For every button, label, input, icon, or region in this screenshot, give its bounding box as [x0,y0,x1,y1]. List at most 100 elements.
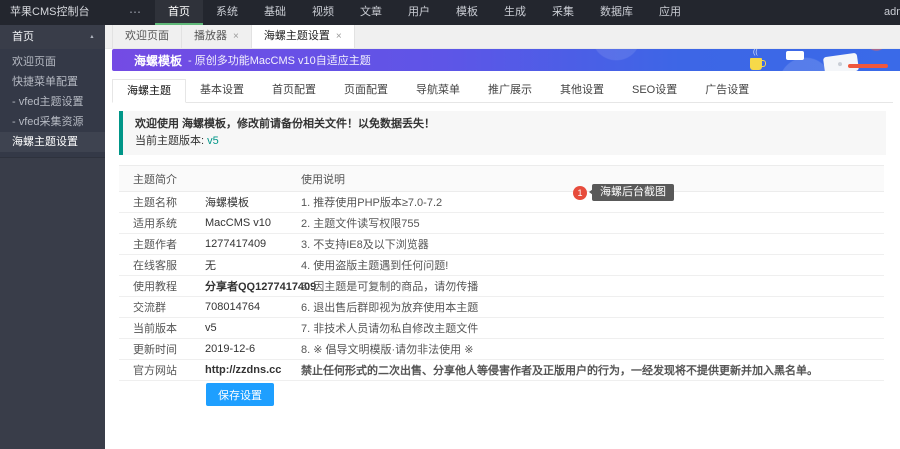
top-bar: 苹果CMS控制台 ⋯ 首页 系统 基础 视频 文章 用户 模板 生成 采集 数据… [0,0,900,25]
row-value: 海螺模板 [191,192,287,213]
row-desc: 5. 因主题是可复制的商品，请勿传播 [287,276,884,297]
table-row: 主题名称 海螺模板 1. 推荐使用PHP版本≥7.0-7.2 [119,192,884,213]
sidebar-item-vfed-collect[interactable]: - vfed采集资源 [0,112,105,132]
table-row: 适用系统 MacCMS v10 2. 主题文件读写权限755 [119,213,884,234]
table-row: 主题作者 1277417409 3. 不支持IE8及以下浏览器 [119,234,884,255]
sidebar-group-label: 首页 [12,25,34,49]
row-desc: 3. 不支持IE8及以下浏览器 [287,234,884,255]
page-tab-label: 海螺主题设置 [264,25,330,48]
topnav-item-database[interactable]: 数据库 [587,0,646,25]
theme-tab-page[interactable]: 页面配置 [330,79,402,102]
speech-bubble-icon [786,51,804,60]
collapse-menu-icon[interactable]: ⋯ [115,0,155,25]
topnav-item-apps[interactable]: 应用 [646,0,694,25]
topnav-item-collect[interactable]: 采集 [539,0,587,25]
row-value: 708014764 [191,297,287,318]
coffee-cup-icon [750,58,762,70]
table-row: 交流群 708014764 6. 退出售后群即视为放弃使用本主题 [119,297,884,318]
theme-tab-homepage[interactable]: 首页配置 [258,79,330,102]
alert-warning-text: 欢迎使用 海螺模板，修改前请备份相关文件！以免数据丢失！ [135,116,874,133]
row-value: v5 [191,318,287,339]
steam-icon: (( [753,50,759,56]
close-icon[interactable]: × [233,32,239,42]
table-row: 当前版本 v5 7. 非技术人员请勿私自修改主题文件 [119,318,884,339]
column-header-intro: 主题简介 [119,166,287,192]
row-label: 主题名称 [119,192,191,213]
row-label: 使用教程 [119,276,191,297]
topnav-item-basic[interactable]: 基础 [251,0,299,25]
topnav-item-system[interactable]: 系统 [203,0,251,25]
sidebar-item-hailuo-theme[interactable]: 海螺主题设置 [0,132,105,152]
sidebar-item-welcome[interactable]: 欢迎页面 [0,52,105,72]
row-desc: 8. ※ 倡导文明模版·请勿非法使用 ※ [287,339,884,360]
row-label: 适用系统 [119,213,191,234]
page-tab-bar: 欢迎页面 播放器 × 海螺主题设置 × [105,25,900,49]
theme-tab-promo[interactable]: 推广展示 [474,79,546,102]
sidebar-item-quick-menu[interactable]: 快捷菜单配置 [0,72,105,92]
sidebar-item-vfed-theme[interactable]: - vfed主题设置 [0,92,105,112]
annotation-badge: 1 [573,186,587,200]
banner-title: 海螺模板 [134,52,182,69]
theme-tab-bar: 海螺主题 基本设置 首页配置 页面配置 导航菜单 推广展示 其他设置 SEO设置… [112,79,893,103]
main-content: 欢迎页面 播放器 × 海螺主题设置 × 海螺模板 - 原创多功能MacCMS v… [105,25,900,449]
row-value: MacCMS v10 [191,213,287,234]
row-value: 2019-12-6 [191,339,287,360]
welcome-alert: 欢迎使用 海螺模板，修改前请备份相关文件！以免数据丢失！ 当前主题版本:v5 [119,111,886,155]
table-header-row: 主题简介 使用说明 [119,166,884,192]
alert-version-label: 当前主题版本: [135,135,204,147]
row-value: 无 [191,255,287,276]
screenshot-annotation: 1 海螺后台截图 [573,184,674,201]
theme-tab-other[interactable]: 其他设置 [546,79,618,102]
table-row: 使用教程 分享者QQ1277417409 5. 因主题是可复制的商品，请勿传播 [119,276,884,297]
sidebar: 首页 ▲ 欢迎页面 快捷菜单配置 - vfed主题设置 - vfed采集资源 海… [0,25,105,449]
annotation-tooltip: 海螺后台截图 [592,184,674,201]
page-tab-label: 欢迎页面 [125,25,169,48]
topnav-item-article[interactable]: 文章 [347,0,395,25]
page-tab-label: 播放器 [194,25,227,48]
row-value: 分享者QQ1277417409 [191,276,287,297]
app-logo: 苹果CMS控制台 [0,0,115,25]
topnav-item-generate[interactable]: 生成 [491,0,539,25]
theme-info-table: 主题简介 使用说明 主题名称 海螺模板 1. 推荐使用PHP版本≥7.0-7.2… [119,165,884,381]
theme-tab-navmenu[interactable]: 导航菜单 [402,79,474,102]
close-icon[interactable]: × [336,32,342,42]
theme-tab-hailuo[interactable]: 海螺主题 [112,79,186,103]
banner-subtitle: - 原创多功能MacCMS v10自适应主题 [188,52,371,68]
row-label: 主题作者 [119,234,191,255]
page-tab-hailuo-theme[interactable]: 海螺主题设置 × [252,25,355,48]
row-desc: 4. 使用盗版主题遇到任何问题! [287,255,884,276]
caret-up-icon: ▲ [89,26,94,48]
official-site-link[interactable]: http://zzdns.cc [191,360,287,381]
laptop-icon [823,53,859,71]
topnav-item-template[interactable]: 模板 [443,0,491,25]
row-label: 在线客服 [119,255,191,276]
sidebar-submenu: 欢迎页面 快捷菜单配置 - vfed主题设置 - vfed采集资源 海螺主题设置 [0,49,105,158]
table-row: 更新时间 2019-12-6 8. ※ 倡导文明模版·请勿非法使用 ※ [119,339,884,360]
theme-tab-basic[interactable]: 基本设置 [186,79,258,102]
topnav-item-home[interactable]: 首页 [155,0,203,25]
row-label: 官方网站 [119,360,191,381]
table-row: 官方网站 http://zzdns.cc 禁止任何形式的二次出售、分享他人等侵害… [119,360,884,381]
topnav-item-video[interactable]: 视频 [299,0,347,25]
topnav-item-user[interactable]: 用户 [395,0,443,25]
current-user[interactable]: admin [884,0,900,25]
row-label: 更新时间 [119,339,191,360]
row-desc: 6. 退出售后群即视为放弃使用本主题 [287,297,884,318]
piracy-warning-text: 禁止任何形式的二次出售、分享他人等侵害作者及正版用户的行为，一经发现将不提供更新… [287,360,884,381]
sidebar-group-home[interactable]: 首页 ▲ [0,25,105,49]
row-desc: 7. 非技术人员请勿私自修改主题文件 [287,318,884,339]
page-tab-player[interactable]: 播放器 × [182,25,252,48]
theme-tab-seo[interactable]: SEO设置 [618,79,691,102]
row-label: 当前版本 [119,318,191,339]
banner-red-bar [848,64,888,68]
alert-version-line: 当前主题版本:v5 [135,133,874,150]
theme-version-value: v5 [207,135,219,147]
row-desc: 2. 主题文件读写权限755 [287,213,884,234]
app-window: 苹果CMS控制台 ⋯ 首页 系统 基础 视频 文章 用户 模板 生成 采集 数据… [0,0,900,449]
row-label: 交流群 [119,297,191,318]
page-tab-welcome[interactable]: 欢迎页面 [112,25,182,48]
top-nav: 首页 系统 基础 视频 文章 用户 模板 生成 采集 数据库 应用 [155,0,694,25]
theme-tab-ads[interactable]: 广告设置 [691,79,763,102]
row-value: 1277417409 [191,234,287,255]
save-settings-button[interactable]: 保存设置 [206,383,274,406]
